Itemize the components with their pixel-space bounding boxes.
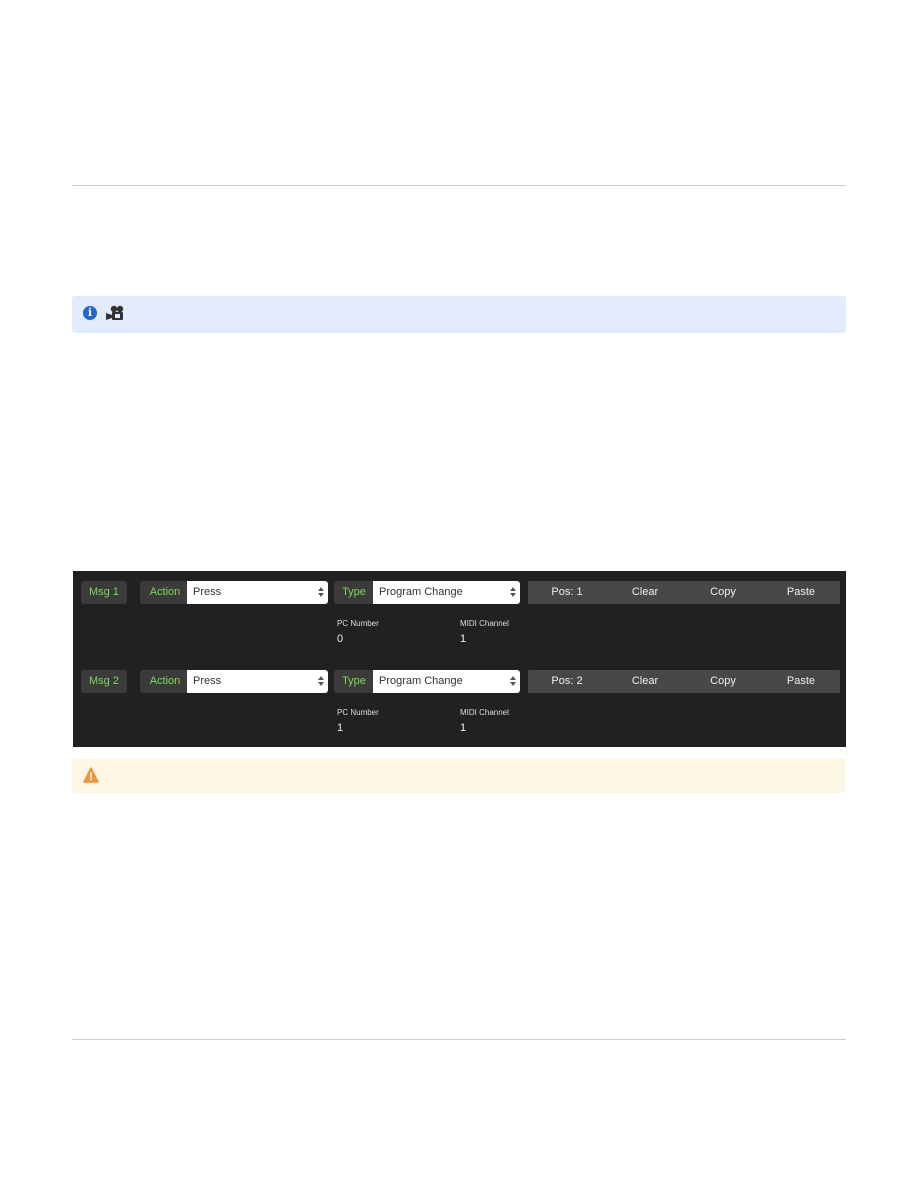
info-icon: i (83, 306, 97, 320)
top-divider (72, 185, 846, 186)
pc-number-value[interactable]: 0 (337, 633, 343, 645)
bottom-divider (72, 1039, 846, 1040)
pc-number-value[interactable]: 1 (337, 722, 343, 734)
type-select[interactable]: Program Change (373, 581, 520, 604)
message-row: Msg 2 Action Press Type Program Change P… (73, 660, 846, 749)
clear-button[interactable]: Clear (606, 670, 684, 693)
pc-number-label: PC Number (337, 619, 379, 628)
message-toolbar: Pos: 1 Clear Copy Paste (528, 581, 840, 604)
midi-channel-label: MIDI Channel (460, 708, 509, 717)
type-label: Type (334, 581, 374, 604)
midi-channel-label: MIDI Channel (460, 619, 509, 628)
action-select-value: Press (193, 675, 222, 687)
type-select[interactable]: Program Change (373, 670, 520, 693)
action-select-value: Press (193, 586, 222, 598)
position-button[interactable]: Pos: 1 (528, 581, 606, 604)
midi-channel-value[interactable]: 1 (460, 633, 466, 645)
midi-messages-panel: Msg 1 Action Press Type Program Change P… (73, 571, 846, 747)
pc-number-label: PC Number (337, 708, 379, 717)
copy-button[interactable]: Copy (684, 581, 762, 604)
warning-callout (72, 758, 846, 793)
action-select[interactable]: Press (187, 670, 328, 693)
info-callout: i (72, 296, 846, 333)
message-toolbar: Pos: 2 Clear Copy Paste (528, 670, 840, 693)
message-label: Msg 2 (81, 670, 127, 693)
message-label: Msg 1 (81, 581, 127, 604)
select-arrows-icon (510, 587, 516, 597)
type-select-value: Program Change (379, 675, 463, 687)
select-arrows-icon (318, 587, 324, 597)
type-label: Type (334, 670, 374, 693)
video-camera-icon (106, 305, 124, 320)
action-label: Action (140, 670, 190, 693)
clear-button[interactable]: Clear (606, 581, 684, 604)
select-arrows-icon (318, 676, 324, 686)
action-select[interactable]: Press (187, 581, 328, 604)
paste-button[interactable]: Paste (762, 670, 840, 693)
midi-channel-value[interactable]: 1 (460, 722, 466, 734)
type-select-value: Program Change (379, 586, 463, 598)
message-row: Msg 1 Action Press Type Program Change P… (73, 571, 846, 660)
warning-icon (83, 767, 99, 783)
position-button[interactable]: Pos: 2 (528, 670, 606, 693)
select-arrows-icon (510, 676, 516, 686)
action-label: Action (140, 581, 190, 604)
copy-button[interactable]: Copy (684, 670, 762, 693)
paste-button[interactable]: Paste (762, 581, 840, 604)
